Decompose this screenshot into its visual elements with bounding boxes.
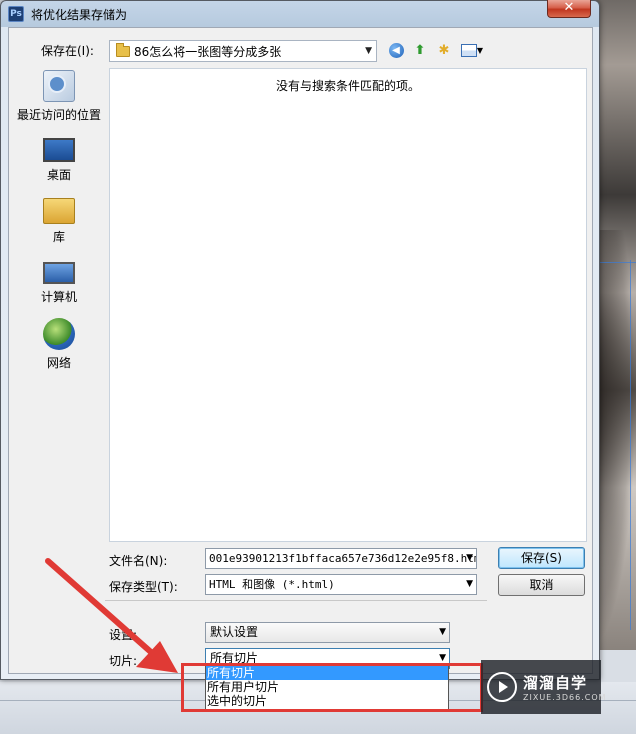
up-folder-button[interactable]: ⬆ — [411, 41, 429, 59]
place-label: 库 — [52, 230, 65, 244]
play-logo-icon — [487, 672, 517, 702]
current-folder-name: 86怎么将一张图等分成多张 — [134, 44, 282, 59]
file-list-view[interactable]: 没有与搜索条件匹配的项。 — [109, 68, 587, 542]
desktop-icon — [43, 138, 75, 162]
filename-field[interactable]: 001e93901213f1bffaca657e736d12e2e95f8.ht… — [205, 548, 477, 569]
settings-value: 默认设置 — [210, 625, 259, 639]
recent-places-icon — [43, 70, 75, 102]
new-folder-button[interactable]: ✱ — [435, 41, 453, 59]
watermark-brand-en: ZIXUE.3D66.COM — [523, 693, 607, 702]
back-icon: ◀ — [388, 42, 404, 58]
settings-select[interactable]: 默认设置 ▼ — [205, 622, 450, 643]
navigation-toolbar: ◀ ⬆ ✱ ▼ — [387, 41, 485, 59]
place-library[interactable]: 库 — [11, 194, 107, 245]
photoshop-app-icon: Ps — [8, 6, 24, 22]
filename-value: 001e93901213f1bffaca657e736d12e2e95f8.ht… — [209, 552, 477, 565]
chevron-down-icon: ▼ — [476, 45, 484, 55]
views-menu-icon — [460, 43, 477, 57]
folder-icon — [116, 42, 130, 57]
back-button[interactable]: ◀ — [387, 41, 405, 59]
window-title: 将优化结果存储为 — [31, 8, 128, 22]
annotation-arrow-icon — [45, 558, 178, 673]
slice-guide-line — [600, 262, 636, 263]
network-icon — [43, 318, 75, 350]
save-button[interactable]: 保存(S) — [498, 547, 585, 569]
cancel-button[interactable]: 取消 — [498, 574, 585, 596]
close-button[interactable]: ✕ — [547, 0, 591, 18]
place-label: 最近访问的位置 — [16, 108, 101, 122]
computer-icon — [43, 262, 75, 284]
place-computer[interactable]: 计算机 — [11, 256, 107, 305]
save-in-dropdown[interactable]: 86怎么将一张图等分成多张 ▼ — [109, 40, 377, 62]
chevron-down-icon: ▼ — [466, 553, 473, 563]
watermark-logo: 溜溜自学 ZIXUE.3D66.COM — [481, 660, 606, 714]
filetype-select[interactable]: HTML 和图像 (*.html) ▼ — [205, 574, 477, 595]
place-label: 桌面 — [46, 168, 71, 182]
place-network[interactable]: 网络 — [11, 318, 107, 371]
chevron-down-icon: ▼ — [466, 579, 473, 589]
annotation-highlight-box — [181, 663, 483, 712]
watermark-brand-cn: 溜溜自学 — [523, 674, 588, 692]
title-bar[interactable]: Ps 将优化结果存储为 ✕ — [1, 0, 599, 27]
slice-guide-line — [630, 260, 631, 630]
place-label: 计算机 — [40, 290, 77, 304]
views-menu-button[interactable]: ▼ — [459, 41, 485, 59]
empty-results-message: 没有与搜索条件匹配的项。 — [275, 79, 420, 93]
library-icon — [43, 198, 75, 224]
place-recent[interactable]: 最近访问的位置 — [11, 70, 107, 123]
save-in-label: 保存在(I): — [41, 44, 94, 58]
up-folder-icon: ⬆ — [414, 42, 426, 58]
chevron-down-icon: ▼ — [439, 627, 446, 637]
chevron-down-icon: ▼ — [365, 46, 372, 56]
filetype-value: HTML 和图像 (*.html) — [209, 578, 335, 591]
new-folder-icon: ✱ — [438, 42, 450, 58]
place-desktop[interactable]: 桌面 — [11, 132, 107, 183]
place-label: 网络 — [46, 356, 71, 370]
